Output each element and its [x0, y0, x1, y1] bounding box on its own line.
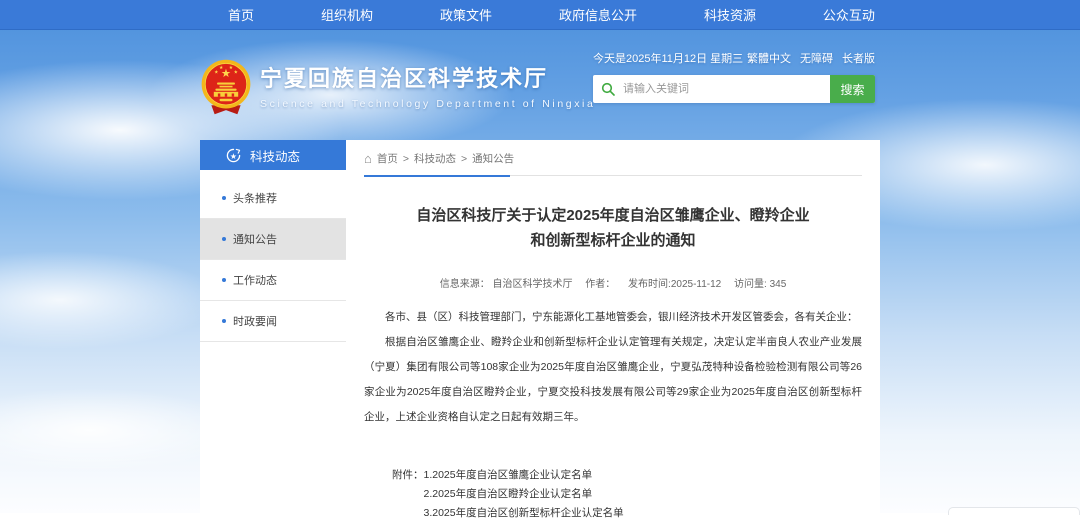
attachment-link[interactable]: 3.2025年度自治区创新型标杆企业认定名单 [424, 504, 624, 523]
breadcrumb-separator: > [403, 153, 409, 165]
meta-views: 访问量: 345 [734, 279, 786, 290]
sidebar-item-label: 头条推荐 [233, 190, 277, 206]
sidebar-item-label: 时政要闻 [233, 313, 277, 329]
top-navigation: 首页 组织机构 政策文件 政府信息公开 科技资源 公众互动 [0, 0, 1080, 30]
bullet-icon [222, 319, 226, 323]
nav-item-home[interactable]: 首页 [228, 5, 254, 24]
national-emblem-logo: ★ ★ ★ ★ ★ [200, 58, 252, 120]
site-title-english: Science and Technology Department of Nin… [260, 98, 595, 110]
sidebar-item-work-updates[interactable]: 工作动态 [200, 260, 346, 301]
breadcrumb-link[interactable]: 通知公告 [472, 151, 514, 166]
sidebar-item-label: 通知公告 [233, 231, 277, 247]
content-area: ⌂ 首页 > 科技动态 > 通知公告 自治区科技厅关于认定2025年度自治区雏鹰… [346, 140, 880, 513]
bullet-icon [222, 278, 226, 282]
article-body: 各市、县（区）科技管理部门，宁东能源化工基地管委会，银川经济技术开发区管委会，各… [364, 305, 862, 430]
nav-item-gov-info[interactable]: 政府信息公开 [559, 5, 637, 24]
attachment-link[interactable]: 2.2025年度自治区瞪羚企业认定名单 [424, 485, 624, 504]
link-traditional-chinese[interactable]: 繁體中文 [747, 50, 791, 66]
nav-item-organization[interactable]: 组织机构 [321, 5, 373, 24]
home-icon: ⌂ [364, 154, 372, 164]
main-panel: ★ 科技动态 头条推荐 通知公告 工作动态 时政要闻 [200, 140, 880, 513]
sidebar: ★ 科技动态 头条推荐 通知公告 工作动态 时政要闻 [200, 140, 346, 513]
paragraph: 根据自治区雏鹰企业、瞪羚企业和创新型标杆企业认定管理有关规定，决定认定半亩良人农… [364, 330, 862, 430]
header-right: 今天是2025年11月12日 星期三 繁體中文 无障碍 长者版 搜索 [593, 50, 875, 103]
below-fold-panel [948, 507, 1080, 515]
bullet-icon [222, 196, 226, 200]
search-bar: 搜索 [593, 75, 875, 103]
article-title: 自治区科技厅关于认定2025年度自治区雏鹰企业、瞪羚企业 和创新型标杆企业的通知 [364, 204, 862, 254]
breadcrumb-separator: > [461, 153, 467, 165]
sidebar-header: ★ 科技动态 [200, 140, 346, 170]
svg-text:★: ★ [219, 65, 224, 71]
attachments-label: 附件： [392, 466, 424, 523]
nav-item-policy[interactable]: 政策文件 [440, 5, 492, 24]
nav-item-public-interaction[interactable]: 公众互动 [823, 5, 875, 24]
site-title: 宁夏回族自治区科学技术厅 [260, 66, 595, 92]
breadcrumb-link[interactable]: 科技动态 [414, 151, 456, 166]
search-input[interactable] [623, 75, 830, 103]
meta-source: 信息来源： 自治区科学技术厅 [440, 279, 573, 290]
sidebar-item-current-politics[interactable]: 时政要闻 [200, 301, 346, 342]
meta-publish-date: 发布时间:2025-11-12 [628, 279, 721, 290]
link-accessibility[interactable]: 无障碍 [800, 50, 833, 66]
sidebar-item-notices[interactable]: 通知公告 [200, 219, 346, 260]
paragraph: 各市、县（区）科技管理部门，宁东能源化工基地管委会，银川经济技术开发区管委会，各… [364, 305, 862, 330]
sidebar-item-headlines[interactable]: 头条推荐 [200, 178, 346, 219]
attachment-link[interactable]: 1.2025年度自治区雏鹰企业认定名单 [424, 466, 624, 485]
bullet-icon [222, 237, 226, 241]
nav-item-sci-resources[interactable]: 科技资源 [704, 5, 756, 24]
breadcrumb-link[interactable]: 首页 [377, 151, 398, 166]
article-meta: 信息来源： 自治区科学技术厅 作者： 发布时间:2025-11-12 访问量: … [364, 275, 862, 290]
breadcrumb-divider [364, 174, 862, 176]
attachments: 附件： 1.2025年度自治区雏鹰企业认定名单 2.2025年度自治区瞪羚企业认… [392, 466, 862, 523]
search-icon [593, 75, 623, 103]
star-circle-icon: ★ [226, 148, 241, 163]
meta-author: 作者： [585, 279, 615, 290]
site-branding: ★ ★ ★ ★ ★ 宁夏回族自治区科学技术厅 Science and Techn… [200, 58, 595, 120]
current-date: 今天是2025年11月12日 星期三 [593, 50, 743, 66]
sidebar-item-label: 工作动态 [233, 272, 277, 288]
breadcrumb: ⌂ 首页 > 科技动态 > 通知公告 [364, 140, 862, 174]
svg-text:★: ★ [234, 70, 239, 76]
search-button[interactable]: 搜索 [830, 75, 875, 103]
sidebar-title: 科技动态 [250, 146, 300, 165]
svg-text:★: ★ [230, 151, 237, 160]
link-elderly-version[interactable]: 长者版 [842, 50, 875, 66]
